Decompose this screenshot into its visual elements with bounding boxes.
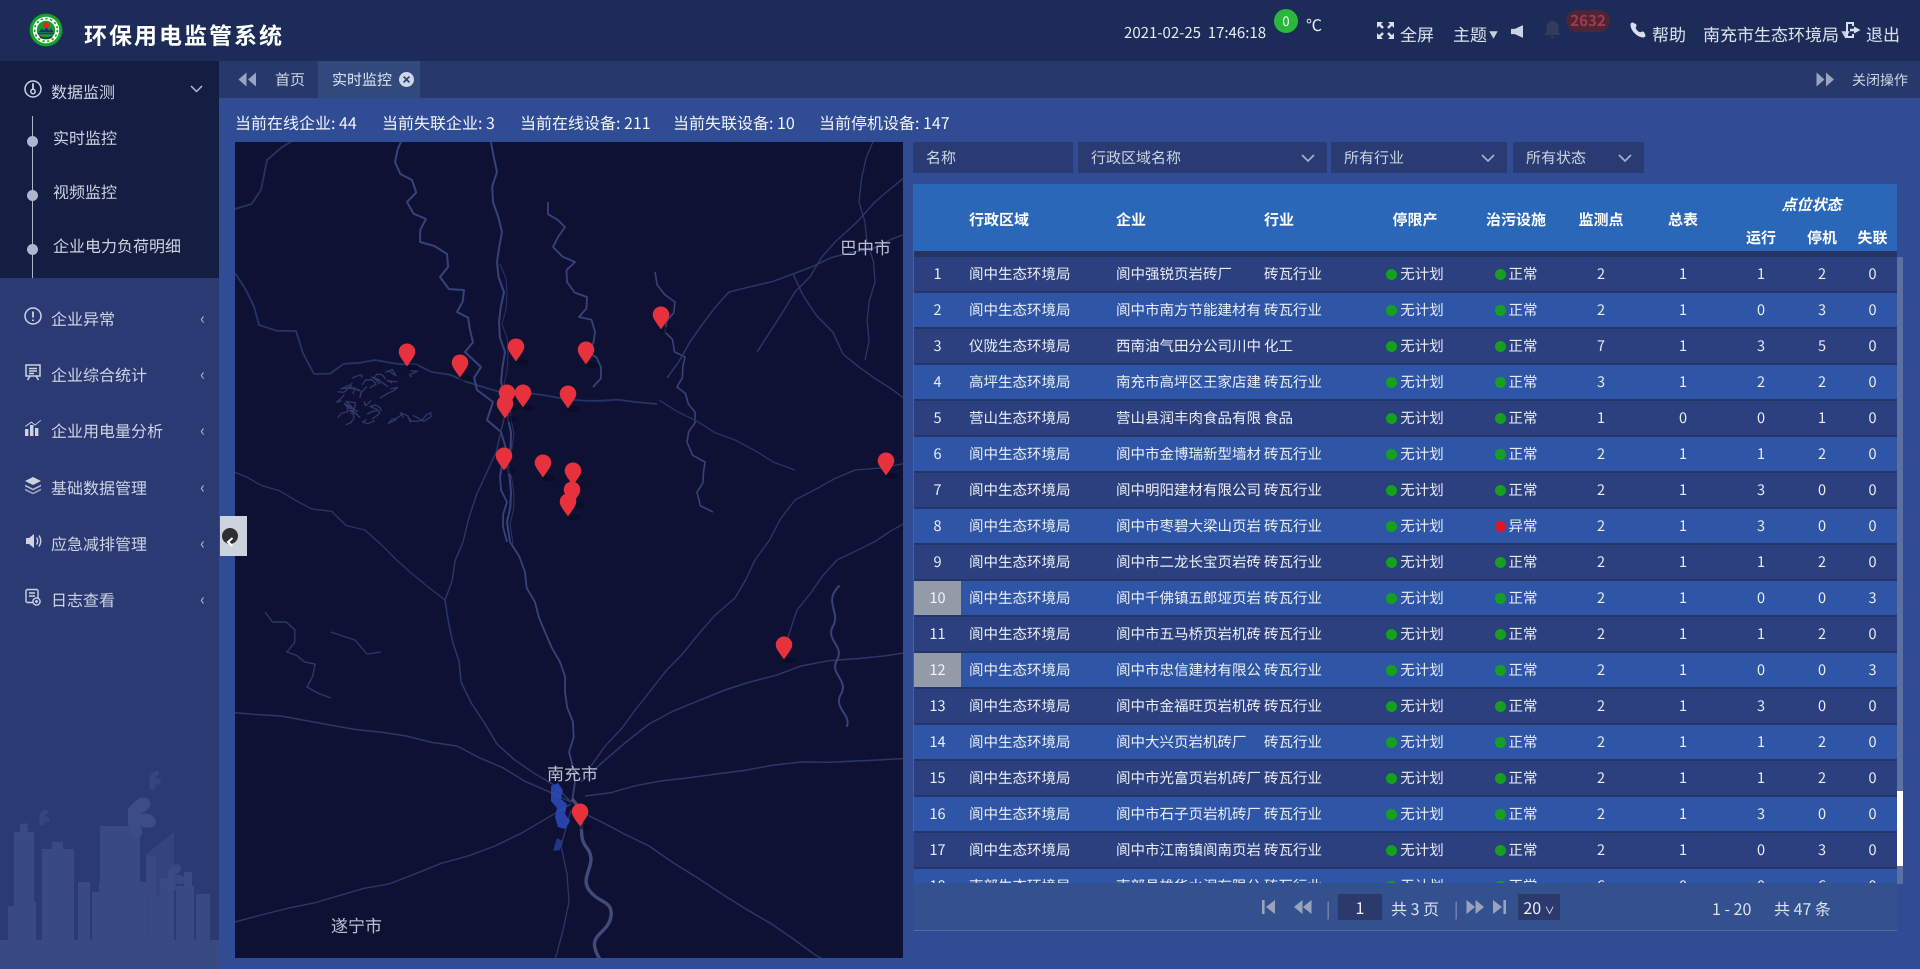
svg-text:巴中市: 巴中市 [840,234,891,259]
svg-text:南充市: 南充市 [547,760,598,785]
svg-text:遂宁市: 遂宁市 [331,912,382,937]
